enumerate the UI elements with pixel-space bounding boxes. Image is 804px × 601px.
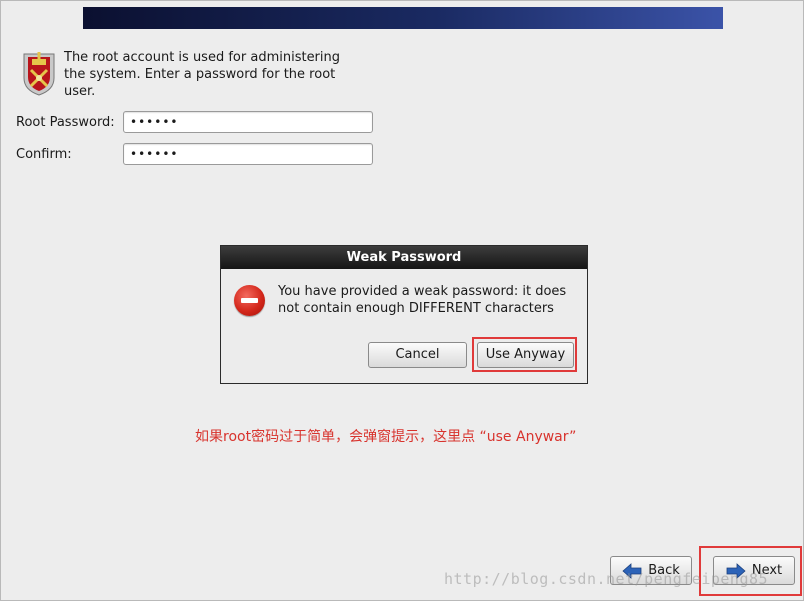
back-arrow-icon [622, 562, 642, 579]
installer-banner [83, 7, 723, 29]
intro-line-1: The root account is used for administeri… [64, 50, 341, 65]
dialog-title: Weak Password [221, 246, 587, 269]
annotation-text: 如果root密码过于简单，会弹窗提示，这里点 “use Anywar” [195, 429, 577, 445]
root-password-label: Root Password: [16, 115, 115, 130]
cancel-button[interactable]: Cancel [368, 342, 467, 368]
next-button[interactable]: Next [713, 556, 795, 585]
weak-password-dialog: Weak Password You have provided a weak p… [220, 245, 588, 384]
dialog-message-line-1: You have provided a weak password: it do… [278, 284, 567, 299]
root-password-input[interactable]: •••••• [123, 111, 373, 133]
dialog-message: You have provided a weak password: it do… [278, 283, 583, 317]
intro-line-2: the system. Enter a password for the roo… [64, 67, 336, 82]
next-arrow-icon [726, 562, 746, 579]
next-label: Next [751, 563, 783, 578]
error-icon [234, 285, 265, 316]
intro-line-3: user. [64, 84, 96, 99]
use-anyway-button[interactable]: Use Anyway [477, 342, 574, 368]
back-label: Back [648, 563, 680, 578]
intro-text: The root account is used for administeri… [64, 49, 364, 100]
dialog-message-line-2: not contain enough DIFFERENT characters [278, 301, 554, 316]
back-button[interactable]: Back [610, 556, 692, 585]
confirm-password-input[interactable]: •••••• [123, 143, 373, 165]
root-shield-icon [23, 52, 55, 96]
confirm-label: Confirm: [16, 147, 72, 162]
